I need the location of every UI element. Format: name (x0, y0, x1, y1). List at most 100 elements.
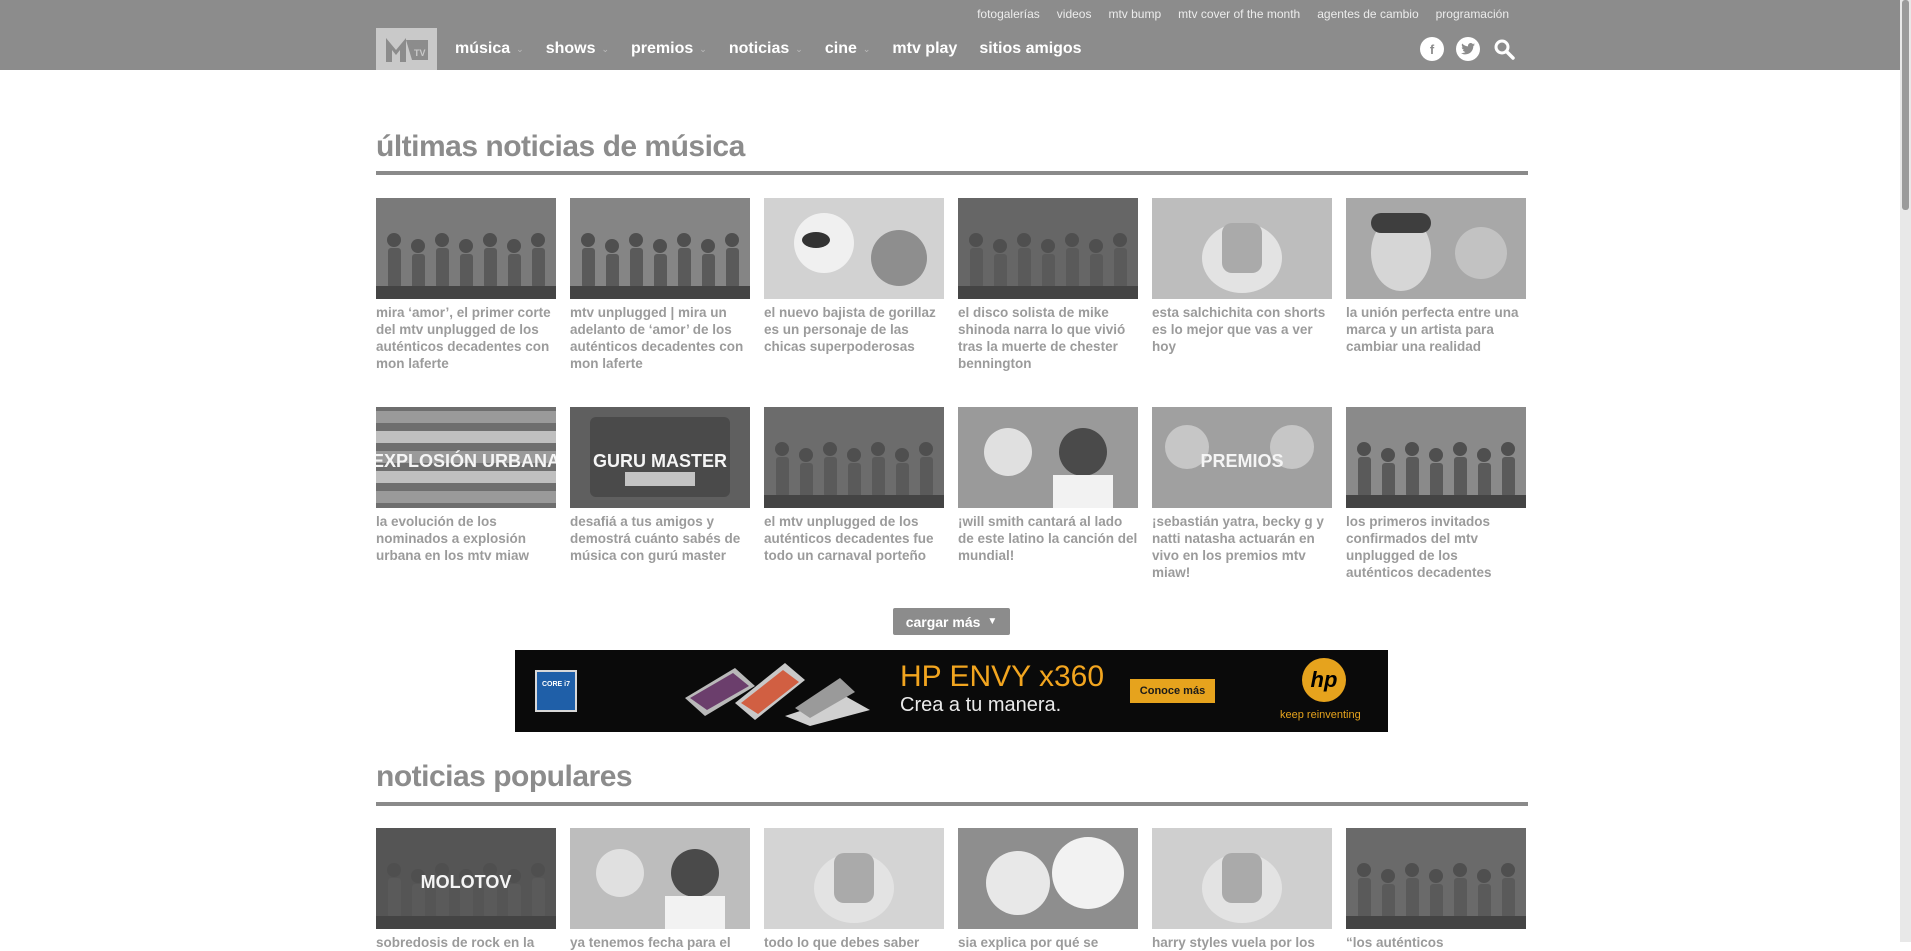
news-thumbnail[interactable] (570, 828, 750, 929)
nav-item-label: noticias (728, 40, 790, 57)
news-card[interactable]: mtv unplugged | mira un adelanto de ‘amo… (570, 198, 750, 372)
chevron-down-icon: ⌄ (699, 43, 707, 54)
news-thumbnail[interactable] (1152, 198, 1332, 299)
chevron-down-icon: ⌄ (862, 43, 871, 54)
news-card[interactable]: mira ‘amor’, el primer corte del mtv unp… (376, 198, 556, 372)
mtv-logo[interactable]: TV (376, 28, 437, 70)
news-card[interactable]: la unión perfecta entre una marca y un a… (1346, 198, 1526, 355)
news-caption[interactable]: desafiá a tus amigos y demostrá cuánto s… (570, 513, 750, 564)
news-thumbnail[interactable]: MOLOTOV (376, 828, 556, 929)
news-thumbnail[interactable] (1152, 828, 1332, 929)
news-card[interactable]: PREMIOS ¡sebastián yatra, becky g y natti… (1152, 407, 1332, 581)
news-caption[interactable]: los primeros invitados confirmados del m… (1346, 513, 1526, 581)
nav-item-label: cine (824, 40, 857, 57)
mtv-logo-icon: TV (385, 38, 428, 62)
nav-item[interactable]: premios ⌄ (631, 40, 707, 58)
intel-label: CORE i7 (541, 681, 570, 688)
news-caption[interactable]: la unión perfecta entre una marca y un a… (1346, 304, 1526, 355)
utility-link[interactable]: fotogalerías (977, 7, 1040, 21)
search-icon[interactable] (1492, 37, 1516, 61)
ad-tagline: keep reinventing (1280, 709, 1361, 721)
section-title-latest: últimas noticias de música (376, 130, 745, 163)
news-thumbnail[interactable] (958, 198, 1138, 299)
news-caption[interactable]: la evolución de los nominados a explosió… (376, 513, 556, 564)
news-thumbnail[interactable] (1346, 407, 1526, 508)
news-thumbnail[interactable] (764, 828, 944, 929)
thumb-overlay-text: GURU MASTER (593, 451, 727, 471)
news-caption[interactable]: todo lo que debes saber (764, 934, 944, 951)
news-caption[interactable]: el disco solista de mike shinoda narra l… (958, 304, 1138, 372)
nav-item[interactable]: sitios amigos (979, 40, 1081, 58)
news-thumbnail[interactable]: EXPLOSIÓN URBANA (376, 407, 556, 508)
news-caption[interactable]: el nuevo bajista de gorillaz es un perso… (764, 304, 944, 355)
ad-cta-button[interactable]: Conoce más (1130, 679, 1215, 703)
social-links: f (1420, 37, 1516, 61)
news-card[interactable]: sia explica por qué se (958, 828, 1138, 951)
news-thumbnail[interactable] (764, 198, 944, 299)
nav-item[interactable]: noticias ⌄ (729, 40, 803, 58)
nav-item-label: música (455, 40, 511, 57)
nav-items: música ⌄ shows ⌄ premios ⌄ noticias ⌄ cine ⌄ mtv p… (455, 28, 1104, 70)
utility-link[interactable]: mtv cover of the month (1178, 7, 1300, 21)
utility-link[interactable]: mtv bump (1108, 7, 1161, 21)
news-thumbnail[interactable] (958, 407, 1138, 508)
utility-link[interactable]: programación (1436, 7, 1509, 21)
news-caption[interactable]: mtv unplugged | mira un adelanto de ‘amo… (570, 304, 750, 372)
utility-link[interactable]: videos (1057, 7, 1092, 21)
news-card[interactable]: EXPLOSIÓN URBANA la evolución de los nomi… (376, 407, 556, 564)
news-card[interactable]: todo lo que debes saber (764, 828, 944, 951)
chevron-down-icon: ⌄ (601, 43, 610, 54)
news-caption[interactable]: sia explica por qué se (958, 934, 1138, 951)
ad-title: HP ENVY x360 (900, 660, 1105, 693)
utility-link[interactable]: agentes de cambio (1317, 7, 1418, 21)
news-thumbnail[interactable]: GURU MASTER (570, 407, 750, 508)
news-caption[interactable]: ¡sebastián yatra, becky g y natti natash… (1152, 513, 1332, 581)
nav-item[interactable]: música ⌄ (455, 40, 524, 58)
news-card[interactable]: ¡will smith cantará al lado de este lati… (958, 407, 1138, 564)
news-card[interactable]: el nuevo bajista de gorillaz es un perso… (764, 198, 944, 355)
news-caption[interactable]: “los auténticos (1346, 934, 1526, 951)
thumb-overlay-text: PREMIOS (1200, 451, 1283, 471)
svg-text:TV: TV (414, 48, 426, 58)
news-thumbnail[interactable] (1346, 198, 1526, 299)
news-thumbnail[interactable] (764, 407, 944, 508)
load-more-button[interactable]: cargar más ▼ (893, 608, 1010, 635)
thumb-overlay-text: MOLOTOV (421, 872, 512, 892)
nav-item-label: shows (545, 40, 596, 57)
intel-badge: CORE i7 (535, 670, 577, 712)
news-card[interactable]: GURU MASTER desafiá a tus amigos y demost… (570, 407, 750, 564)
chevron-down-icon: ⌄ (516, 43, 524, 54)
news-caption[interactable]: mira ‘amor’, el primer corte del mtv unp… (376, 304, 556, 372)
news-caption[interactable]: ya tenemos fecha para el (570, 934, 750, 951)
news-thumbnail[interactable] (958, 828, 1138, 929)
facebook-icon[interactable]: f (1420, 37, 1444, 61)
news-caption[interactable]: harry styles vuela por los (1152, 934, 1332, 951)
twitter-icon[interactable] (1456, 37, 1480, 61)
main-nav: TV música ⌄ shows ⌄ premios ⌄ noticias ⌄ cine ⌄ mt… (0, 28, 1900, 70)
news-thumbnail[interactable] (376, 198, 556, 299)
nav-item[interactable]: mtv play (892, 40, 957, 58)
news-card[interactable]: los primeros invitados confirmados del m… (1346, 407, 1526, 581)
news-thumbnail[interactable] (570, 198, 750, 299)
hp-logo: hp (1302, 658, 1346, 702)
news-caption[interactable]: esta salchichita con shorts es lo mejor … (1152, 304, 1332, 355)
news-card[interactable]: MOLOTOV sobredosis de rock en la (376, 828, 556, 951)
news-card[interactable]: esta salchichita con shorts es lo mejor … (1152, 198, 1332, 355)
hp-ad-banner[interactable]: CORE i7 HP ENVY x360 Crea a tu manera. C… (515, 650, 1388, 732)
news-thumbnail[interactable]: PREMIOS (1152, 407, 1332, 508)
nav-item[interactable]: cine ⌄ (825, 40, 871, 58)
news-card[interactable]: “los auténticos (1346, 828, 1526, 951)
nav-item-label: sitios amigos (979, 40, 1082, 57)
nav-item[interactable]: shows ⌄ (546, 40, 609, 58)
news-card[interactable]: el mtv unplugged de los auténticos decad… (764, 407, 944, 564)
news-card[interactable]: el disco solista de mike shinoda narra l… (958, 198, 1138, 372)
news-thumbnail[interactable] (1346, 828, 1526, 929)
utility-links: fotogalerías videos mtv bump mtv cover of t… (977, 0, 1509, 28)
news-card[interactable]: harry styles vuela por los (1152, 828, 1332, 951)
news-caption[interactable]: sobredosis de rock en la (376, 934, 556, 951)
scrollbar-thumb[interactable] (1902, 0, 1909, 210)
news-caption[interactable]: el mtv unplugged de los auténticos decad… (764, 513, 944, 564)
news-card[interactable]: ya tenemos fecha para el (570, 828, 750, 951)
nav-item-label: premios (631, 40, 694, 57)
news-caption[interactable]: ¡will smith cantará al lado de este lati… (958, 513, 1138, 564)
